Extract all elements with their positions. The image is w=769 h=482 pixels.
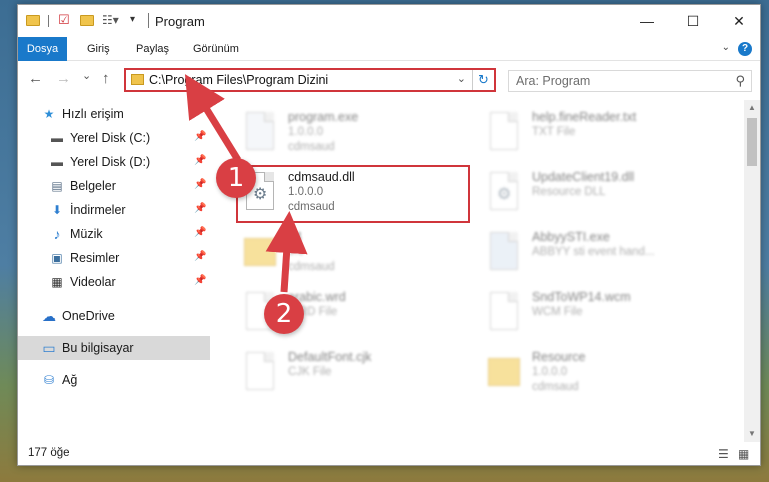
arrow-to-address-bar xyxy=(184,74,241,162)
arrow-to-dll-file xyxy=(265,211,308,293)
step-1-badge: 1 xyxy=(216,158,256,198)
step-2-badge: 2 xyxy=(264,294,304,334)
annotation-arrows xyxy=(184,74,308,293)
